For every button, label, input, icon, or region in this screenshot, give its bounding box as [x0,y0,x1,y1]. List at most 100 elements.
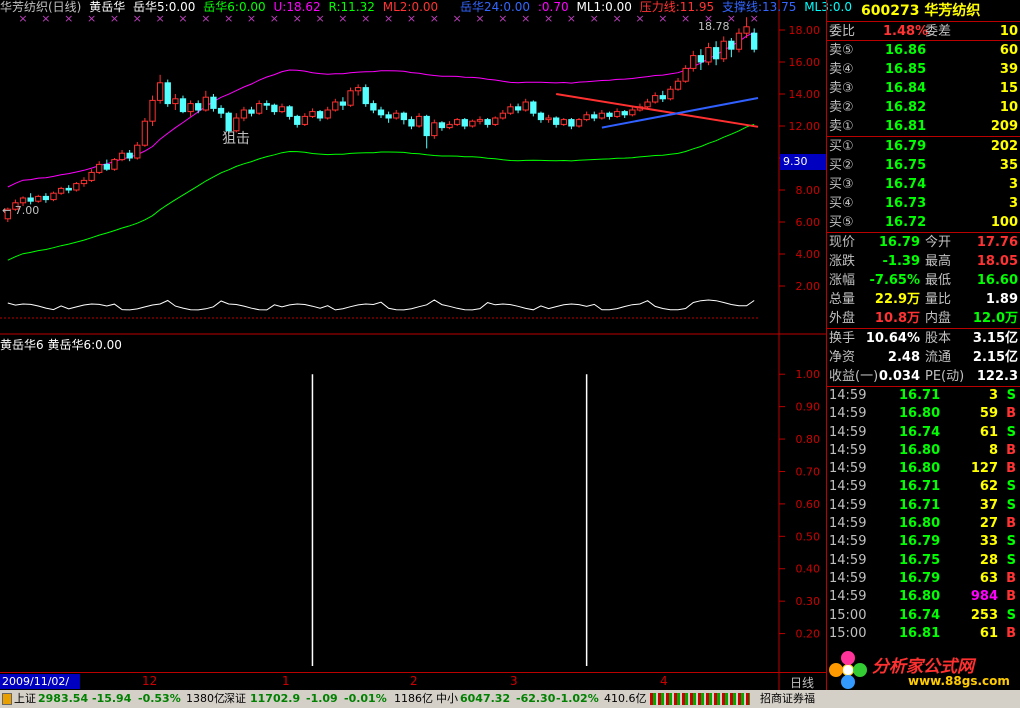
stat-label: 量比 [925,292,952,307]
candle-body [705,47,712,63]
candle-body [514,106,522,111]
sz-percent: -0.01% [344,692,387,705]
tick-row: 14:59 16.80 59 B [827,405,1020,423]
order-volume: 3 [1008,196,1018,211]
order-price: 16.74 [885,177,927,192]
order-price: 16.85 [885,62,927,77]
sub-axis-label: 0.60 [796,498,821,511]
order-price: 16.86 [885,43,927,58]
candle-body [469,120,476,127]
candle-body [393,112,400,119]
date-mark-1: 1 [282,674,290,688]
period-label[interactable]: 日线 [790,674,814,691]
candle-body [103,163,110,170]
sz-label: 深证 [224,692,246,705]
tick-price: 16.71 [899,479,941,495]
candle-body [423,115,430,137]
order-label: 买① [829,139,854,154]
candle-body [187,103,194,113]
stat-label: 涨跌 [829,254,856,269]
candle-body [88,171,95,181]
fundamental-row: 收益(一) 0.034 PE(动) 122.3 [827,367,1020,386]
tick-price: 16.81 [899,625,941,641]
tick-time: 14:59 [829,552,867,568]
candle-body [583,114,590,121]
stat-label: 今开 [925,235,952,250]
fundamental-row: 净资 2.48 流通 2.15亿 [827,348,1020,367]
candle-body [35,195,42,202]
candle-body [149,99,156,122]
tick-price: 16.80 [899,516,941,532]
sell-row: 卖① 16.81 209 [827,117,1020,136]
tick-time: 15:00 [829,625,867,641]
broker-name: 招商证券福 [760,692,815,705]
order-volume: 209 [990,119,1018,134]
sell-row: 卖③ 16.84 15 [827,79,1020,98]
kline-chart-area[interactable]: 18.0016.0014.0012.0010.008.006.004.002.0… [0,0,852,703]
order-volume: 3 [1008,177,1018,192]
zx-percent: -1.02% [556,692,599,705]
candle-body [370,103,377,111]
stock-code: 600273 [861,3,920,19]
indicator-ml2: ML2:0.00 [382,0,439,14]
candle-body [735,32,743,50]
tick-list[interactable]: 14:59 16.71 3 S 14:59 16.80 59 B 14:59 16.74 61 S 14… [827,387,1020,643]
candle-body [286,106,293,117]
tick-time: 14:59 [829,388,867,403]
candle-body [659,95,666,100]
order-label: 卖⑤ [829,43,854,58]
tick-time: 14:59 [829,534,867,550]
candle-body [50,192,57,201]
tick-time: 14:59 [829,406,867,422]
price-axis-label: 16.00 [789,56,821,69]
candle-body [118,152,126,161]
kline-chart[interactable]: 18.0016.0014.0012.0010.008.006.004.002.0… [0,0,826,690]
indicator-pressure: 压力线:11.95 [639,0,715,14]
high-price-mark: 18.78 [698,20,730,33]
tick-time: 14:59 [829,570,867,586]
sh-index: 2983.54 [38,692,89,705]
stat-value: -7.65% [869,273,921,288]
stat-value: 2.48 [887,350,920,365]
tick-row: 15:00 16.81 61 B [827,625,1020,643]
order-label: 卖④ [829,62,854,77]
tick-price: 16.71 [899,388,941,403]
candle-body [385,114,392,119]
sub-axis-label: 0.50 [796,530,821,543]
candle-body [179,98,187,113]
tick-time: 15:00 [829,607,867,623]
price-axis-label: 4.00 [796,248,821,261]
stat-value: 16.79 [878,235,920,250]
candle-body [172,98,179,105]
tick-time: 14:59 [829,479,867,495]
flower-logo-icon [829,651,867,689]
tick-volume: 61 [979,625,998,641]
candle-body [134,144,141,159]
tick-time: 14:59 [829,516,867,532]
price-stats: 现价 16.79 今开 17.76 涨跌 -1.39 最高 18.05 涨幅 -7.65% 最低 16… [827,233,1020,329]
order-label: 买③ [829,177,854,192]
tick-side: B [1006,570,1016,586]
tick-time: 14:59 [829,424,867,440]
candle-body [621,111,628,116]
sniper-annotation: 狙击 [222,131,250,147]
stat-label: 总量 [829,292,856,307]
market-icon[interactable] [2,693,12,705]
zx-label: 中小 [436,692,458,705]
tick-volume: 33 [979,534,998,550]
candle-body [96,163,103,173]
candle-body [111,159,118,170]
indicator-yuehua5: 岳华5:0.00 [133,0,196,14]
stat-value: 0.034 [878,369,920,384]
stat-value: 122.3 [976,369,1018,384]
tick-side: S [1006,388,1016,403]
sub-axis-label: 0.30 [796,595,821,608]
quote-panel: 600273 华芳纺织 委比 1.48% 委差 10 卖⑤ 16.86 60 卖④ 16… [826,0,1020,690]
stat-label: 涨幅 [829,273,856,288]
stat-label: 流通 [925,350,952,365]
sub-axis-label: 0.40 [796,563,821,576]
candle-body [682,67,689,82]
stat-label: 内盘 [925,311,952,326]
candle-body [278,106,286,113]
sell-row: 卖⑤ 16.86 60 [827,41,1020,60]
